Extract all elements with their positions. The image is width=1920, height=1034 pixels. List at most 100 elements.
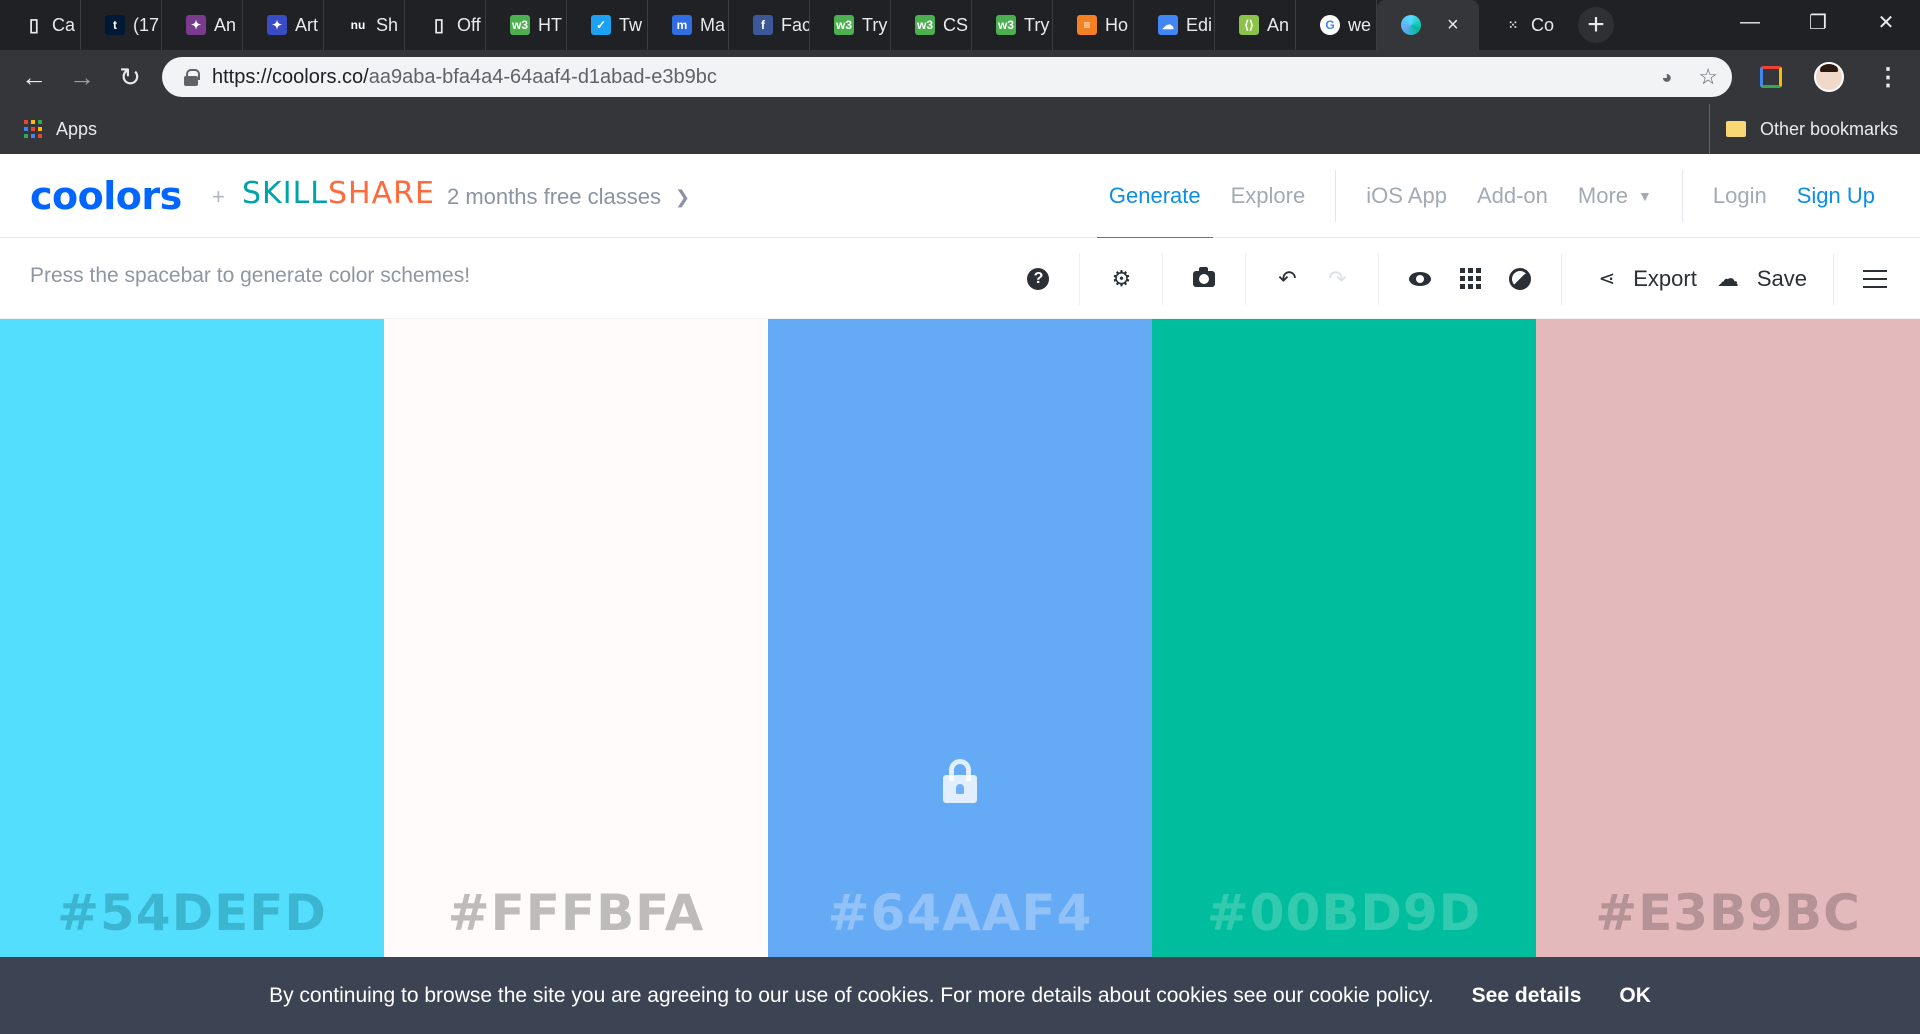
share-icon: ⋖ [1598,268,1616,290]
browser-tab[interactable]: f Fac [729,0,810,50]
help-icon: ? [1027,267,1050,290]
w3schools-icon: w3 [834,15,854,35]
browser-tab[interactable]: ▯ Ca [0,0,81,50]
browser-tab[interactable]: w3 CS [891,0,972,50]
tab-title: Tw [619,14,643,35]
site-header: coolors + SKILLSHARE 2 months free class… [0,154,1920,239]
menu-kebab-icon[interactable]: ⋮ [1876,63,1900,92]
stack-icon: ≡ [1077,15,1097,35]
browser-tab[interactable]: w3 Try [972,0,1053,50]
browser-toolbar: ← → ↻ https://coolors.co/aa9aba-bfa4a4-6… [0,50,1920,104]
chevron-down-icon: ▼ [1638,188,1652,204]
color-palette: #54DEFD #FFFBFA #64AAF4 #00BD9D #E3B9BC [0,319,1920,957]
hex-code[interactable]: #00BD9D [1152,884,1536,942]
other-bookmarks-label: Other bookmarks [1759,118,1898,139]
nav-explore[interactable]: Explore [1231,154,1306,238]
google-icon: G [1320,15,1340,35]
tumblr-icon: t [105,15,125,35]
facebook-icon: f [753,15,773,35]
undo-button[interactable]: ↶ [1262,238,1312,319]
color-swatch[interactable]: #54DEFD [0,319,384,957]
nav-add-on[interactable]: Add-on [1477,154,1548,238]
forward-arrow-icon[interactable]: → [58,57,106,97]
browser-tab[interactable]: ✦ Art [243,0,324,50]
browser-tab[interactable]: ☁ Edi [1134,0,1215,50]
minimize-button[interactable]: — [1716,0,1784,44]
settings-button[interactable]: ⚙ [1096,238,1146,319]
browser-tab[interactable]: ✦ An [162,0,243,50]
tab-title: Art [295,14,319,35]
tab-title: (17 [133,14,160,35]
lock-icon[interactable] [943,759,977,803]
active-tab[interactable]: × [1377,0,1479,50]
browser-tab[interactable]: w3 Try [810,0,891,50]
browser-tab[interactable]: m Ma [648,0,729,50]
view-button[interactable] [1395,238,1445,319]
bookmarks-bar: Apps Other bookmarks [0,104,1920,154]
hex-code[interactable]: #FFFBFA [384,884,768,942]
apps-grid-icon [24,120,42,138]
browser-tab[interactable]: ⟨⟩ An [1215,0,1296,50]
apps-bookmark[interactable]: Apps [56,119,97,140]
restore-button[interactable]: ❐ [1784,0,1852,44]
grid-button[interactable] [1445,238,1495,319]
close-tab-icon[interactable]: × [1447,14,1459,37]
browser-tab[interactable]: ≡ Ho [1053,0,1134,50]
tab-title: Off [457,14,481,35]
browser-tab[interactable]: t (17 [81,0,162,50]
extension-icon[interactable] [1760,66,1782,88]
close-window-button[interactable]: ✕ [1852,0,1920,44]
w3schools-icon: w3 [915,15,935,35]
other-bookmarks[interactable]: Other bookmarks [1708,104,1898,154]
promo-text: 2 months free classes [447,184,661,209]
toolbar-divider [1079,252,1081,305]
adjust-button[interactable] [1495,238,1545,319]
see-details-button[interactable]: See details [1472,984,1582,1008]
browser-tab[interactable]: Gwe [1296,0,1377,50]
screenshot-button[interactable] [1179,238,1229,319]
promo-link[interactable]: 2 months free classes ❯ [447,184,690,210]
contrast-icon [1509,267,1532,290]
ok-button[interactable]: OK [1619,984,1651,1008]
tab-coolors-2[interactable]: ⁙ Co [1479,0,1560,50]
tab-title: Co [1531,14,1555,35]
eye-icon [1409,271,1432,286]
nav-sign-up[interactable]: Sign Up [1797,154,1875,238]
save-button[interactable]: ☁ Save [1717,238,1827,319]
address-bar[interactable]: https://coolors.co/aa9aba-bfa4a4-64aaf4-… [162,57,1732,97]
color-swatch[interactable]: #E3B9BC [1536,319,1920,957]
coolors-logo[interactable]: coolors [30,174,182,218]
export-button[interactable]: ⋖ Export [1578,238,1716,319]
color-swatch[interactable]: #FFFBFA [384,319,768,957]
color-swatch[interactable]: #64AAF4 [768,319,1152,957]
hex-code[interactable]: #64AAF4 [768,884,1152,942]
url-path: aa9aba-bfa4a4-64aaf4-d1abad-e3b9bc [368,65,717,88]
profile-avatar[interactable] [1814,62,1844,92]
color-swatch[interactable]: #00BD9D [1152,319,1536,957]
tab-title: An [214,14,237,35]
extension-area: ⋮ [1760,57,1900,97]
nav-login[interactable]: Login [1713,154,1767,238]
reload-icon[interactable]: ↻ [106,57,154,97]
tab-title: Ho [1105,14,1129,35]
nav-ios-app[interactable]: iOS App [1366,154,1447,238]
browser-tab[interactable]: w3 HT [486,0,567,50]
hex-code[interactable]: #E3B9BC [1536,884,1920,942]
translate-icon[interactable]: ◕ [1661,67,1672,88]
nav-more[interactable]: More ▼ [1578,154,1652,238]
hex-code[interactable]: #54DEFD [0,884,384,942]
skillshare-logo[interactable]: SKILLSHARE [242,176,435,211]
browser-tab[interactable]: ▯ Off [405,0,486,50]
lock-icon [184,69,200,86]
new-tab-button[interactable]: + [1578,7,1614,43]
redo-button[interactable]: ↷ [1312,238,1362,319]
browser-tab[interactable]: ✓ Tw [567,0,648,50]
bookmark-star-icon[interactable]: ☆ [1698,64,1718,90]
menu-button[interactable] [1850,238,1900,319]
back-arrow-icon[interactable]: ← [10,57,58,97]
help-button[interactable]: ? [1013,238,1063,319]
twitter-icon: ✓ [591,15,611,35]
browser-tab[interactable]: nu Sh [324,0,405,50]
nav-generate[interactable]: Generate [1096,154,1213,239]
tab-title: Sh [376,14,399,35]
